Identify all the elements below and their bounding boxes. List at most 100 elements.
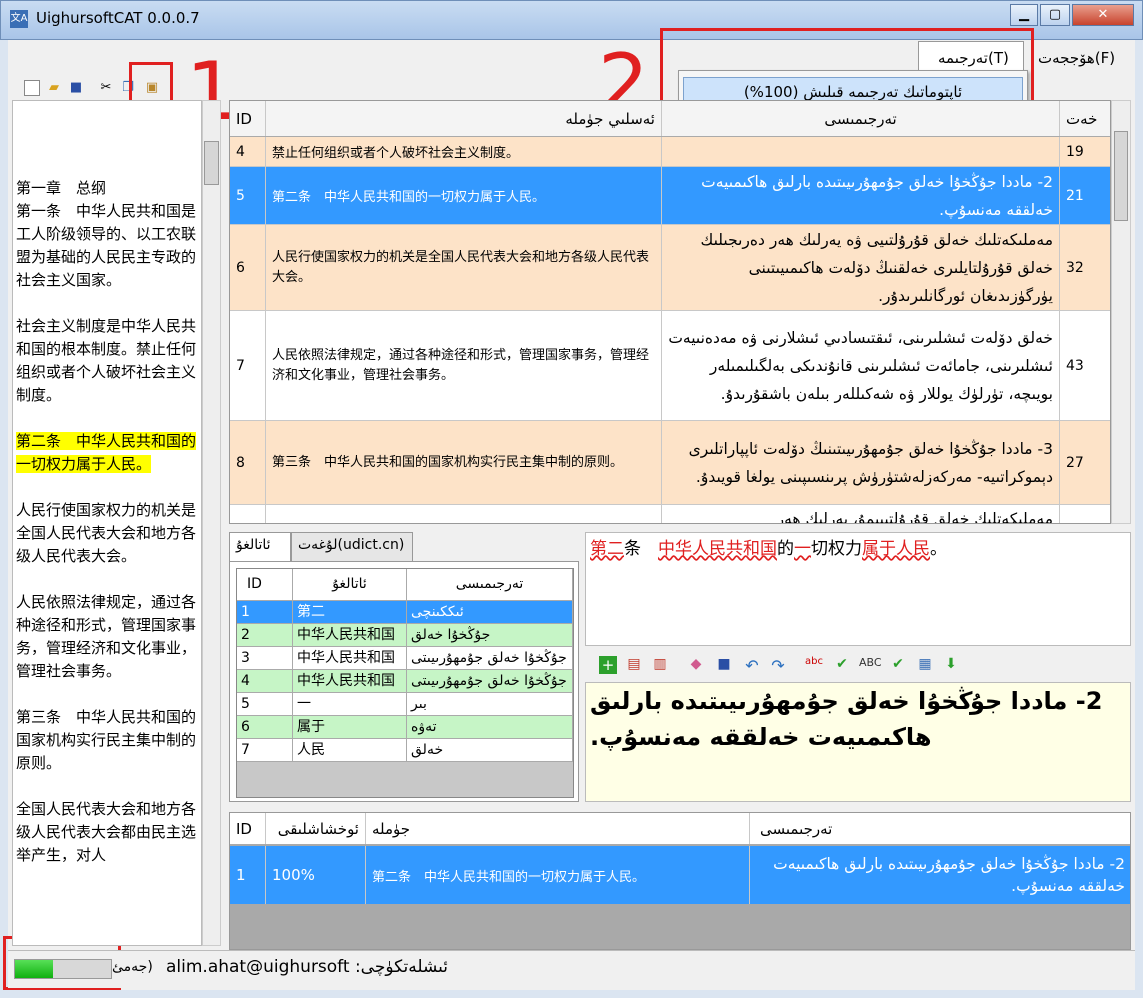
open-folder-icon[interactable]: ▰ xyxy=(46,80,62,96)
remove-doc-icon[interactable]: ▤ xyxy=(625,656,643,674)
spellcheck-icon[interactable]: abc xyxy=(803,656,825,674)
menu-file[interactable]: ھۆججەت(F) xyxy=(1030,46,1123,72)
source-document-pane[interactable]: 第一章 总纲 第一条 中华人民共和国是工人阶级领导的、以工农联盟为基础的人民民主… xyxy=(12,100,202,946)
source-scrollbar[interactable] xyxy=(202,100,221,946)
glossary-row[interactable]: 4 中华人民共和国 جۇڭخۇا خەلق جۇمھۇرىيىتى xyxy=(237,670,573,693)
window-title: UighursoftCAT 0.0.0.7 xyxy=(36,9,200,27)
source-paragraph: 第一章 总纲 第一条 中华人民共和国是工人阶级领导的、以工农联盟为基础的人民民主… xyxy=(16,179,197,289)
row-target xyxy=(662,137,1060,166)
glossary-row-id: 7 xyxy=(237,739,293,761)
table-row[interactable]: 4 禁止任何组织或者个人破坏社会主义制度。 19 xyxy=(230,137,1110,167)
target-editor[interactable]: 2- ماددا جۇڭخۇا خەلق جۇمھۇرىيىتىدە بارلى… xyxy=(585,682,1131,802)
glossary-row-translation: خەلق xyxy=(407,739,573,761)
row-source: 人民依照法律规定，通过各种途径和形式，管理国家事务，管理经济和文化事业，管理社会… xyxy=(266,311,662,420)
segment-grid[interactable]: ID ئەسلىي جۈملە تەرجىمىسى خەت 4 禁止任何组织或者… xyxy=(229,100,1111,524)
undo-icon[interactable]: ↶ xyxy=(743,656,761,675)
glossary-header-id: ID xyxy=(237,569,293,600)
scrollbar-thumb[interactable] xyxy=(1114,131,1128,221)
glossary-header: ID ئاتالغۇ تەرجىمىسى xyxy=(237,569,573,601)
glossary-row[interactable]: 5 一 بىر xyxy=(237,693,573,716)
glossary-row-translation: جۇڭخۇا خەلق xyxy=(407,624,573,646)
target-text: 2- ماددا جۇڭخۇا خەلق جۇمھۇرىيىتىدە بارلى… xyxy=(590,687,1103,751)
glossary-row-id: 4 xyxy=(237,670,293,692)
row-source: 人民行使国家权力的机关是全国人民代表大会和地方各级人民代表大会。 xyxy=(266,225,662,310)
save-icon[interactable]: ■ xyxy=(715,656,733,674)
table-row[interactable]: 7 人民依照法律规定，通过各种途径和形式，管理国家事务，管理经济和文化事业，管理… xyxy=(230,311,1110,421)
tm-row-id: 1 xyxy=(230,846,266,904)
glossary-row[interactable]: 6 属于 تەۋە xyxy=(237,716,573,739)
row-source xyxy=(266,505,662,523)
row-target: مەملىكەتلىك خەلق قۇرۇلتىيى ۋە يەرلىك ھەر… xyxy=(662,225,1060,310)
new-file-icon[interactable] xyxy=(24,80,40,96)
eraser-icon[interactable]: ◆ xyxy=(687,656,705,674)
grid-header-chars: خەت xyxy=(1060,101,1110,136)
glossary-row-id: 2 xyxy=(237,624,293,646)
glossary-row-term: 中华人民共和国 xyxy=(293,647,407,669)
tab-dictionary[interactable]: لۇغەت(udict.cn) xyxy=(291,532,413,562)
close-button[interactable]: ✕ xyxy=(1072,4,1134,26)
grammar-icon[interactable]: ABC xyxy=(859,656,882,674)
tm-row-sentence: 第二条 中华人民共和国的一切权力属于人民。 xyxy=(366,846,750,904)
table-row[interactable]: 6 人民行使国家权力的机关是全国人民代表大会和地方各级人民代表大会。 مەملى… xyxy=(230,225,1110,311)
row-chars: 19 xyxy=(1060,137,1110,166)
tm-header: ID ئوخشاشلىقى جۈملە تەرجىمىسى xyxy=(230,813,1130,845)
grid-scrollbar[interactable] xyxy=(1111,100,1131,524)
user-label: ئىشلەتكۈچى: alim.ahat@uighursoft xyxy=(166,957,449,977)
row-source: 第三条 中华人民共和国的国家机构实行民主集中制的原则。 xyxy=(266,421,662,504)
check-icon[interactable]: ✔ xyxy=(831,656,853,674)
term-match: 属于人民 xyxy=(862,539,930,559)
row-id: 5 xyxy=(230,167,266,224)
table-row[interactable]: 8 第三条 中华人民共和国的国家机构实行民主集中制的原则。 3- ماددا ج… xyxy=(230,421,1110,505)
document-check-icon[interactable]: ▦ xyxy=(915,656,935,674)
tab-glossary[interactable]: ئاتالغۇ xyxy=(229,532,291,564)
tm-header-id: ID xyxy=(230,813,266,844)
tm-row[interactable]: 1 100% 第二条 中华人民共和国的一切权力属于人民。 2- ماددا جۇ… xyxy=(230,846,1130,904)
progress-bar xyxy=(14,959,112,979)
table-row[interactable]: مەملىكەتلىك خەلق قۇرۇلتىيىمۇ، يەرلىك ھەر xyxy=(230,505,1110,523)
glossary-row-translation: جۇڭخۇا خەلق جۇمھۇرىيىتى xyxy=(407,647,573,669)
glossary-row[interactable]: 2 中华人民共和国 جۇڭخۇا خەلق xyxy=(237,624,573,647)
row-source: 第二条 中华人民共和国的一切权力属于人民。 xyxy=(266,167,662,224)
progress-label: (جەمئ xyxy=(112,959,153,975)
minimize-button[interactable]: ▁ xyxy=(1010,4,1038,26)
tm-row-translation: 2- ماددا جۇڭخۇا خەلق جۇمھۇرىيىتىدە بارلى… xyxy=(750,846,1130,904)
tm-results-table[interactable]: ID ئوخشاشلىقى جۈملە تەرجىمىسى 1 100% 第二条… xyxy=(229,812,1131,950)
glossary-row-id: 3 xyxy=(237,647,293,669)
glossary-panel: ID ئاتالغۇ تەرجىمىسى 1 第二 ئىككىنچى 2 中华人… xyxy=(229,561,579,802)
glossary-row-id: 1 xyxy=(237,601,293,623)
add-icon[interactable]: + xyxy=(599,656,617,674)
app-icon: 文A xyxy=(10,10,28,28)
scrollbar-thumb[interactable] xyxy=(204,141,219,185)
glossary-table[interactable]: ID ئاتالغۇ تەرجىمىسى 1 第二 ئىككىنچى 2 中华人… xyxy=(236,568,574,798)
row-chars: 32 xyxy=(1060,225,1110,310)
source-paragraph-highlighted: 第二条 中华人民共和国的一切权力属于人民。 xyxy=(16,432,197,473)
row-chars: 43 xyxy=(1060,311,1110,420)
tm-header-similarity: ئوخشاشلىقى xyxy=(266,813,366,844)
glossary-row-id: 6 xyxy=(237,716,293,738)
glossary-row[interactable]: 1 第二 ئىككىنچى xyxy=(237,601,573,624)
grid-header-target: تەرجىمىسى xyxy=(662,101,1060,136)
row-id xyxy=(230,505,266,523)
row-id: 8 xyxy=(230,421,266,504)
source-sentence-panel[interactable]: 第二条 中华人民共和国的一切权力属于人民。 xyxy=(585,532,1131,646)
term-match: 中华人民共和国 xyxy=(658,539,777,559)
lookup-tabs: ئاتالغۇ لۇغەت(udict.cn) xyxy=(229,532,579,564)
glossary-row[interactable]: 7 人民 خەلق xyxy=(237,739,573,762)
save-icon[interactable]: ■ xyxy=(68,80,84,96)
glossary-row[interactable]: 3 中华人民共和国 جۇڭخۇا خەلق جۇمھۇرىيىتى xyxy=(237,647,573,670)
tm-header-translation: تەرجىمىسى xyxy=(750,813,1130,844)
row-source: 禁止任何组织或者个人破坏社会主义制度。 xyxy=(266,137,662,166)
row-target: 2- ماددا جۇڭخۇا خەلق جۇمھۇرىيىتىدە بارلى… xyxy=(662,167,1060,224)
export-icon[interactable]: ▥ xyxy=(651,656,669,674)
source-text: 的 xyxy=(777,539,794,559)
term-match: 一 xyxy=(794,539,811,559)
cut-icon[interactable]: ✂ xyxy=(98,80,114,96)
source-text: 条 xyxy=(624,539,658,559)
table-row-selected[interactable]: 5 第二条 中华人民共和国的一切权力属于人民。 2- ماددا جۇڭخۇا … xyxy=(230,167,1110,225)
maximize-button[interactable]: ▢ xyxy=(1040,4,1070,26)
confirm-icon[interactable]: ✔ xyxy=(887,656,909,674)
redo-icon[interactable]: ↷ xyxy=(769,656,787,675)
glossary-row-translation: جۇڭخۇا خەلق جۇمھۇرىيىتى xyxy=(407,670,573,692)
download-icon[interactable]: ⬇ xyxy=(941,656,961,674)
source-paragraph: 人民依照法律规定，通过各种途径和形式，管理国家事务，管理经济和文化事业，管理社会… xyxy=(16,593,197,680)
